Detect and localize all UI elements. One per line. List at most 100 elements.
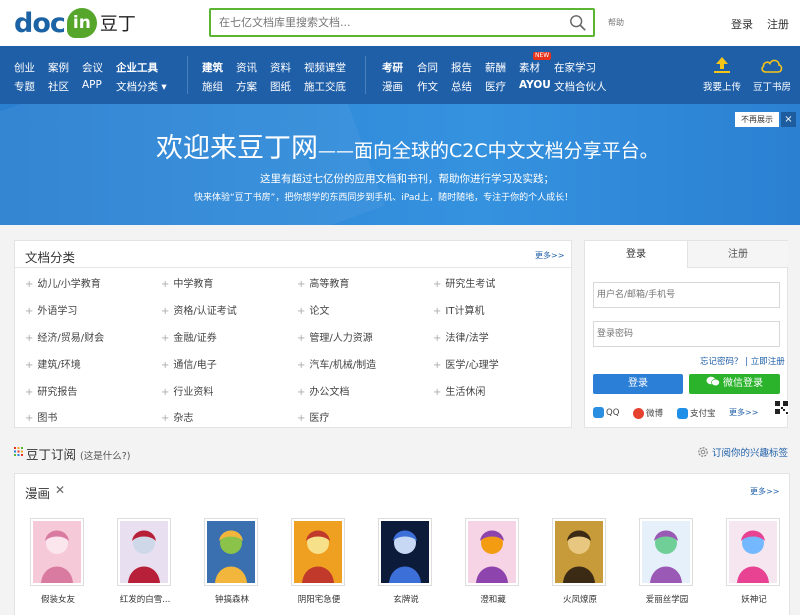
nav-item[interactable]: 视频课堂: [304, 60, 346, 75]
comic-title[interactable]: 假装女友: [23, 593, 93, 605]
comic-cover[interactable]: [552, 518, 606, 586]
category-item[interactable]: + 管理/人力资源: [297, 329, 373, 344]
search-icon[interactable]: [569, 14, 587, 32]
comic-title[interactable]: 阴阳宅急便: [284, 593, 354, 605]
header-register-link[interactable]: 注册: [767, 16, 789, 32]
comic-cover[interactable]: [639, 518, 693, 586]
category-item[interactable]: + 高等教育: [297, 275, 349, 290]
nav-item[interactable]: 总结: [451, 79, 472, 94]
comic-title[interactable]: 钟搞森林: [197, 593, 267, 605]
nav-item[interactable]: 报告: [451, 60, 472, 75]
comics-close-icon[interactable]: ✕: [55, 483, 65, 497]
subscribe-what-link[interactable]: (这是什么?): [80, 451, 130, 462]
nav-item[interactable]: 漫画: [382, 79, 403, 94]
nav-item[interactable]: 施组: [202, 79, 223, 94]
comic-cover[interactable]: [291, 518, 345, 586]
category-item[interactable]: + 幼儿/小学教育: [25, 275, 101, 290]
category-item[interactable]: + 研究报告: [25, 383, 77, 398]
weibo-login[interactable]: 微博: [633, 407, 663, 419]
category-item[interactable]: + 建筑/环境: [25, 356, 81, 371]
category-item[interactable]: + 外语学习: [25, 302, 77, 317]
comic-title[interactable]: 玄牌说: [371, 593, 441, 605]
nav-item[interactable]: 创业: [14, 60, 35, 75]
category-item[interactable]: + IT计算机: [433, 302, 484, 317]
subscribe-tags-link[interactable]: 订阅你的兴趣标签: [697, 445, 788, 459]
site-logo[interactable]: doc in 豆丁: [14, 6, 136, 40]
comic-title[interactable]: 澄和藏: [458, 593, 528, 605]
username-input[interactable]: [594, 283, 779, 307]
comic-cover[interactable]: [726, 518, 780, 586]
nav-item[interactable]: 考研: [382, 60, 403, 75]
nav-item[interactable]: AYOU: [519, 79, 551, 91]
bookroom-button[interactable]: 豆丁书房: [749, 56, 795, 93]
comic-title[interactable]: 爱丽丝学园: [632, 593, 702, 605]
category-item[interactable]: + 资格/认证考试: [161, 302, 237, 317]
banner-title-rest: 面向全球的C2C中文文档分享平台。: [354, 140, 659, 162]
nav-item[interactable]: 会议: [82, 60, 103, 75]
nav-item[interactable]: 资讯: [236, 60, 257, 75]
nav-item-category-dropdown[interactable]: 文档分类 ▾: [116, 79, 167, 94]
wechat-login-button[interactable]: 微信登录: [689, 374, 780, 394]
forgot-password-link[interactable]: 忘记密码？: [700, 357, 743, 367]
tab-login[interactable]: 登录: [585, 241, 687, 268]
nav-item[interactable]: 素材: [519, 60, 540, 75]
nav-divider: [365, 56, 366, 94]
category-item[interactable]: + 汽车/机械/制造: [297, 356, 376, 371]
nav-item[interactable]: 施工交底: [304, 79, 346, 94]
comic-cover[interactable]: [117, 518, 171, 586]
comic-cover[interactable]: [378, 518, 432, 586]
alipay-login[interactable]: 支付宝: [677, 407, 716, 419]
comics-more-link[interactable]: 更多>>: [750, 486, 779, 497]
login-button[interactable]: 登录: [593, 374, 683, 394]
nav-item[interactable]: 企业工具: [116, 60, 158, 75]
category-item[interactable]: + 杂志: [161, 409, 193, 424]
nav-item[interactable]: 图纸: [270, 79, 291, 94]
close-banner-button[interactable]: ×: [781, 112, 796, 127]
qq-login[interactable]: QQ: [593, 407, 619, 418]
nav-item[interactable]: 作文: [417, 79, 438, 94]
comic-cover-art: [120, 521, 168, 583]
nav-item[interactable]: APP: [82, 79, 102, 91]
category-item[interactable]: + 通信/电子: [161, 356, 217, 371]
nav-item[interactable]: 专题: [14, 79, 35, 94]
category-item[interactable]: + 办公文档: [297, 383, 349, 398]
nav-item[interactable]: 薪酬: [485, 60, 506, 75]
nav-item[interactable]: 建筑: [202, 60, 223, 75]
category-item[interactable]: + 医疗: [297, 409, 329, 424]
category-item[interactable]: + 金融/证券: [161, 329, 217, 344]
comic-title[interactable]: 妖神记: [719, 593, 789, 605]
nav-item[interactable]: 案例: [48, 60, 69, 75]
category-item[interactable]: + 图书: [25, 409, 57, 424]
comic-cover[interactable]: [30, 518, 84, 586]
comic-title[interactable]: 红发的白雪...: [110, 593, 180, 605]
nav-item[interactable]: 文档合伙人: [554, 79, 607, 94]
comic-cover[interactable]: [465, 518, 519, 586]
nav-item[interactable]: 医疗: [485, 79, 506, 94]
category-item[interactable]: + 医学/心理学: [433, 356, 499, 371]
category-item[interactable]: + 中学教育: [161, 275, 213, 290]
category-item[interactable]: + 经济/贸易/财会: [25, 329, 104, 344]
comic-cover[interactable]: [204, 518, 258, 586]
register-now-link[interactable]: 立即注册: [751, 357, 785, 367]
category-item[interactable]: + 论文: [297, 302, 329, 317]
nav-item[interactable]: 资料: [270, 60, 291, 75]
nav-item[interactable]: 社区: [48, 79, 69, 94]
category-item[interactable]: + 法律/法学: [433, 329, 489, 344]
category-more-link[interactable]: 更多>>: [535, 250, 564, 261]
tab-register[interactable]: 注册: [687, 241, 788, 268]
category-item[interactable]: + 行业资料: [161, 383, 213, 398]
hide-banner-button[interactable]: 不再展示: [735, 112, 779, 127]
search-input[interactable]: [211, 10, 551, 35]
upload-button[interactable]: 我要上传: [697, 56, 747, 93]
category-item[interactable]: + 研究生考试: [433, 275, 495, 290]
password-input[interactable]: [594, 322, 779, 346]
header-login-link[interactable]: 登录: [731, 16, 753, 32]
category-item[interactable]: + 生活休闲: [433, 383, 485, 398]
nav-item[interactable]: 合同: [417, 60, 438, 75]
comic-title[interactable]: 火凤燎原: [545, 593, 615, 605]
nav-item[interactable]: 在家学习: [554, 60, 596, 75]
qr-code-icon[interactable]: [774, 400, 789, 415]
social-more-link[interactable]: 更多>>: [729, 407, 758, 418]
help-link[interactable]: 帮助: [608, 17, 624, 28]
nav-item[interactable]: 方案: [236, 79, 257, 94]
